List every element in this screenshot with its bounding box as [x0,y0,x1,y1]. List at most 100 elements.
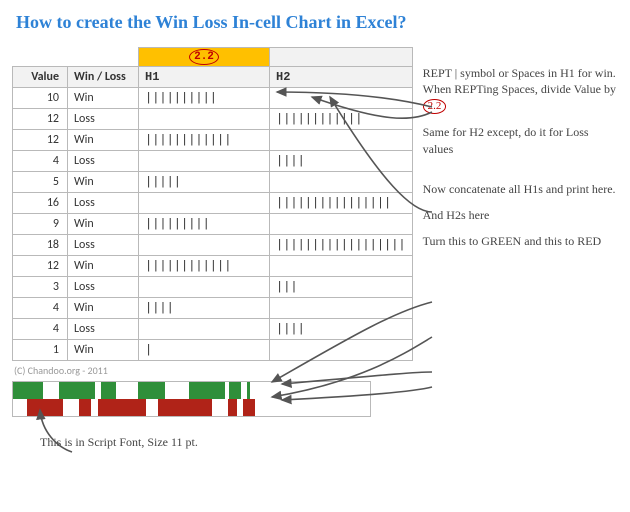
win-block [13,382,43,399]
cell-h2 [270,340,413,361]
table-row: 12Win|||||||||||| [13,256,413,277]
cell-value: 4 [13,298,68,319]
cell-winloss: Loss [68,235,139,256]
cell-value: 9 [13,214,68,235]
cell-value: 18 [13,235,68,256]
cell-h2 [270,256,413,277]
cell-h1 [139,319,270,340]
cell-h1 [139,235,270,256]
cell-h1: |||||||||||| [139,130,270,151]
cell-winloss: Win [68,340,139,361]
cell-h2: |||||||||||| [270,109,413,130]
cell-winloss: Loss [68,277,139,298]
cell-h2 [270,130,413,151]
cell-value: 5 [13,172,68,193]
col-header-value: Value [13,67,68,88]
win-block [247,382,250,399]
win-block [189,382,225,399]
page-title: How to create the Win Loss In-cell Chart… [16,12,618,33]
col-header-winloss: Win / Loss [68,67,139,88]
table-row: 12Loss |||||||||||| [13,109,413,130]
annotation-ratio-ref: 2.2 [423,99,447,114]
cell-h2: |||||||||||||||||| [270,235,413,256]
loss-block [228,399,237,416]
win-gap [165,382,190,399]
loss-block [243,399,255,416]
ratio-row: 2.2 [13,48,413,67]
cell-h2: |||||||||||||||| [270,193,413,214]
annotation-text: REPT | symbol or Spaces in H1 for win. W… [423,66,616,96]
annotation-colors: Turn this to GREEN and this to RED [423,233,618,249]
cell-value: 4 [13,319,68,340]
cell-winloss: Win [68,256,139,277]
winloss-chart [12,381,371,417]
win-block [59,382,95,399]
win-block [138,382,165,399]
win-block [229,382,241,399]
table-row: 16Loss |||||||||||||||| [13,193,413,214]
annotation-rept-h1: REPT | symbol or Spaces in H1 for win. W… [423,65,618,114]
loss-block [79,399,91,416]
cell-value: 3 [13,277,68,298]
table-row: 1Win| [13,340,413,361]
cell-h1 [139,193,270,214]
cell-winloss: Win [68,172,139,193]
loss-gap [63,399,79,416]
data-table: 2.2 Value Win / Loss H1 H2 10Win||||||||… [12,47,413,361]
cell-value: 16 [13,193,68,214]
ratio-value: 2.2 [189,49,219,65]
win-block [101,382,116,399]
table-row: 18Loss |||||||||||||||||| [13,235,413,256]
cell-h2 [270,88,413,109]
winloss-chart-win-row [13,382,370,399]
win-gap [116,382,138,399]
cell-h1: |||| [139,298,270,319]
win-gap [43,382,59,399]
loss-gap [255,399,256,416]
ratio-cell: 2.2 [139,48,270,67]
cell-winloss: Win [68,214,139,235]
cell-h1: |||||||||| [139,88,270,109]
table-row: 5Win||||| [13,172,413,193]
table-row: 12Win|||||||||||| [13,130,413,151]
col-header-h1: H1 [139,67,270,88]
cell-winloss: Loss [68,193,139,214]
cell-h1 [139,151,270,172]
cell-winloss: Loss [68,109,139,130]
table-row: 9Win||||||||| [13,214,413,235]
loss-block [27,399,63,416]
cell-value: 12 [13,256,68,277]
loss-gap [146,399,158,416]
cell-h2 [270,214,413,235]
script-font-note: This is in Script Font, Size 11 pt. [40,435,413,450]
cell-winloss: Win [68,298,139,319]
cell-h2: ||| [270,277,413,298]
table-header-row: Value Win / Loss H1 H2 [13,67,413,88]
cell-h1: | [139,340,270,361]
cell-winloss: Loss [68,151,139,172]
cell-value: 12 [13,109,68,130]
annotation-concat-h2: And H2s here [423,207,618,223]
annotation-concat-h1: Now concatenate all H1s and print here. [423,181,618,197]
cell-value: 12 [13,130,68,151]
cell-winloss: Loss [68,319,139,340]
cell-value: 10 [13,88,68,109]
table-body: 10Win|||||||||| 12Loss ||||||||||||12Win… [13,88,413,361]
cell-h2: |||| [270,151,413,172]
cell-h2: |||| [270,319,413,340]
loss-gap [212,399,228,416]
table-row: 10Win|||||||||| [13,88,413,109]
cell-h1: |||||||||||| [139,256,270,277]
cell-h1: ||||||||| [139,214,270,235]
loss-gap [91,399,98,416]
table-row: 4Win|||| [13,298,413,319]
copyright-text: (C) Chandoo.org - 2011 [14,364,413,377]
cell-h1: ||||| [139,172,270,193]
cell-value: 1 [13,340,68,361]
loss-gap [13,399,27,416]
cell-h2 [270,172,413,193]
cell-winloss: Win [68,88,139,109]
col-header-h2: H2 [270,67,413,88]
annotation-rept-h2: Same for H2 except, do it for Loss value… [423,124,618,156]
cell-value: 4 [13,151,68,172]
